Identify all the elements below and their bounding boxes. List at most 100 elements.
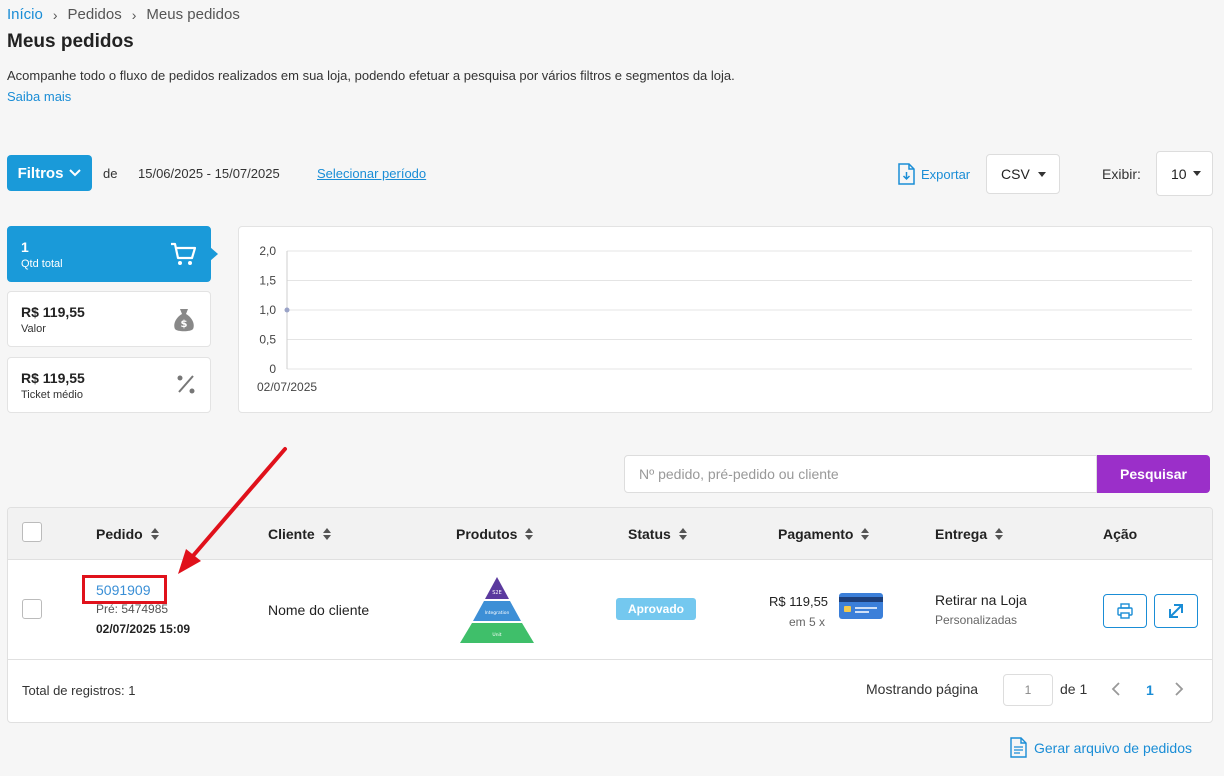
delivery-type: Personalizadas bbox=[935, 613, 1018, 627]
of-pages-label: de 1 bbox=[1060, 681, 1088, 697]
column-header-payment[interactable]: Pagamento bbox=[778, 526, 870, 542]
orders-chart-svg: 2,0 1,5 1,0 0,5 0 02/07/2025 bbox=[257, 244, 1192, 394]
sort-icon bbox=[678, 528, 687, 540]
product-thumbnail[interactable]: S2E Integration Unit bbox=[458, 575, 536, 645]
sort-icon bbox=[525, 528, 534, 540]
summary-card-value[interactable]: R$ 119,55 Valor $ bbox=[7, 291, 211, 347]
summary-card-total-qty[interactable]: 1 Qtd total bbox=[7, 226, 218, 282]
money-bag-icon: $ bbox=[174, 309, 194, 332]
search-button[interactable]: Pesquisar bbox=[1097, 455, 1210, 493]
orders-table: Pedido Cliente Produtos Status Pagamento… bbox=[7, 507, 1213, 723]
column-header-products[interactable]: Produtos bbox=[456, 526, 534, 542]
product-image-label: S2E bbox=[492, 590, 502, 596]
total-records: Total de registros: 1 bbox=[22, 683, 136, 698]
export-label: Exportar bbox=[921, 166, 971, 182]
export-format-select[interactable]: CSV bbox=[986, 154, 1060, 194]
product-image-label: Integration bbox=[485, 610, 510, 616]
generate-orders-file-button[interactable]: Gerar arquivo de pedidos bbox=[1010, 737, 1192, 758]
credit-card-icon bbox=[839, 593, 883, 619]
export-button[interactable]: Exportar bbox=[897, 163, 970, 185]
current-page[interactable]: 1 bbox=[1146, 682, 1154, 698]
chart-y-tick-label: 0,5 bbox=[259, 333, 276, 347]
show-label: Exibir: bbox=[1102, 166, 1141, 182]
showing-page-label: Mostrando página bbox=[866, 681, 979, 697]
chevron-right-icon: › bbox=[52, 6, 58, 23]
printer-icon bbox=[1117, 603, 1133, 619]
export-format-value: CSV bbox=[1001, 166, 1030, 182]
column-header-label: Pagamento bbox=[778, 526, 854, 542]
order-date: 02/07/2025 15:09 bbox=[96, 622, 191, 636]
percent-icon bbox=[177, 375, 195, 394]
previous-page-icon[interactable] bbox=[1111, 682, 1121, 696]
select-all-checkbox[interactable] bbox=[22, 522, 42, 542]
avg-ticket-label: Ticket médio bbox=[21, 389, 83, 401]
breadcrumb-orders-link[interactable]: Pedidos bbox=[68, 6, 122, 23]
period-prefix: de bbox=[103, 166, 118, 181]
page-size-value: 10 bbox=[1171, 165, 1187, 182]
chart-y-tick-label: 2,0 bbox=[259, 244, 276, 258]
column-header-label: Ação bbox=[1103, 526, 1138, 542]
sort-icon bbox=[995, 528, 1004, 540]
customer-name: Nome do cliente bbox=[268, 602, 370, 618]
filters-button-label: Filtros bbox=[17, 164, 64, 182]
payment-installments: em 5 x bbox=[789, 615, 826, 629]
table-row: 5091909 Pré: 5474985 02/07/2025 15:09 No… bbox=[8, 560, 1212, 660]
file-document-icon bbox=[1010, 737, 1027, 758]
column-header-label: Entrega bbox=[935, 526, 988, 542]
generate-file-label: Gerar arquivo de pedidos bbox=[1034, 739, 1192, 756]
column-header-delivery[interactable]: Entrega bbox=[935, 526, 1004, 542]
period-value: 15/06/2025 - 15/07/2025 bbox=[138, 166, 280, 181]
row-checkbox[interactable] bbox=[22, 599, 42, 619]
column-header-status[interactable]: Status bbox=[628, 526, 687, 542]
next-page-icon[interactable] bbox=[1174, 682, 1184, 696]
chart-data-point bbox=[284, 307, 290, 313]
caret-down-icon bbox=[1038, 171, 1046, 177]
sort-icon bbox=[150, 528, 159, 540]
page-description: Acompanhe todo o fluxo de pedidos realiz… bbox=[7, 68, 735, 83]
avg-ticket-value: R$ 119,55 bbox=[21, 370, 85, 386]
search-input[interactable] bbox=[624, 455, 1097, 493]
caret-down-icon bbox=[1193, 171, 1201, 176]
breadcrumb: Início › Pedidos › Meus pedidos bbox=[7, 6, 240, 23]
breadcrumb-home-link[interactable]: Início bbox=[7, 6, 43, 23]
filters-button[interactable]: Filtros bbox=[7, 155, 92, 191]
table-header: Pedido Cliente Produtos Status Pagamento… bbox=[8, 508, 1212, 560]
column-header-label: Status bbox=[628, 526, 671, 542]
svg-text:$: $ bbox=[181, 319, 188, 330]
page-title: Meus pedidos bbox=[7, 31, 134, 52]
column-header-label: Pedido bbox=[96, 526, 143, 542]
summary-card-avg-ticket[interactable]: R$ 119,55 Ticket médio bbox=[7, 357, 211, 413]
order-number-link[interactable]: 5091909 bbox=[96, 582, 151, 598]
column-header-label: Cliente bbox=[268, 526, 315, 542]
chart-y-tick-label: 0 bbox=[269, 362, 276, 376]
sort-icon bbox=[861, 528, 870, 540]
delivery-method: Retirar na Loja bbox=[935, 592, 1027, 608]
product-image-label: Unit bbox=[492, 632, 501, 638]
chart-x-tick-label: 02/07/2025 bbox=[257, 380, 317, 394]
breadcrumb-current: Meus pedidos bbox=[146, 6, 240, 23]
total-value-label: Valor bbox=[21, 323, 46, 335]
page-number-input[interactable] bbox=[1003, 674, 1053, 706]
pre-order-number: Pré: 5474985 bbox=[96, 602, 169, 616]
cart-icon bbox=[171, 242, 196, 265]
status-badge: Aprovado bbox=[616, 598, 696, 620]
column-header-customer[interactable]: Cliente bbox=[268, 526, 331, 542]
learn-more-link[interactable]: Saiba mais bbox=[7, 89, 71, 104]
chart-y-tick-label: 1,5 bbox=[259, 274, 276, 288]
column-header-label: Produtos bbox=[456, 526, 518, 542]
column-header-action: Ação bbox=[1103, 526, 1137, 542]
column-header-order[interactable]: Pedido bbox=[96, 526, 159, 542]
chevron-down-icon bbox=[69, 169, 82, 177]
page-size-select[interactable]: 10 bbox=[1156, 151, 1213, 196]
open-order-button[interactable] bbox=[1154, 594, 1198, 628]
chevron-right-icon: › bbox=[131, 6, 137, 23]
select-period-link[interactable]: Selecionar período bbox=[317, 166, 426, 181]
sort-icon bbox=[322, 528, 331, 540]
print-button[interactable] bbox=[1103, 594, 1147, 628]
chart-y-tick-label: 1,0 bbox=[259, 303, 276, 317]
external-link-icon bbox=[1169, 604, 1183, 618]
payment-value: R$ 119,55 bbox=[769, 594, 829, 609]
orders-chart: 2,0 1,5 1,0 0,5 0 02/07/2025 bbox=[238, 226, 1213, 413]
file-download-icon bbox=[898, 163, 915, 185]
total-value-value: R$ 119,55 bbox=[21, 304, 85, 320]
